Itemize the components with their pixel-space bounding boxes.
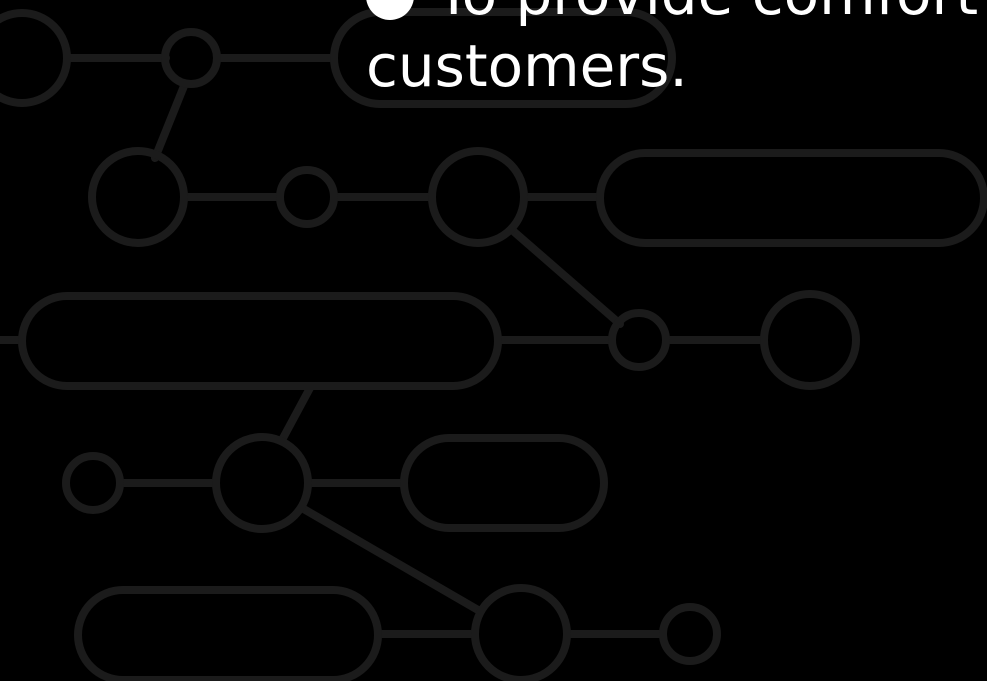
- pattern-nodes: [0, 8, 987, 681]
- node-circle: [428, 147, 528, 247]
- node-pill: [596, 149, 987, 247]
- node-pill: [74, 586, 382, 681]
- node-circle: [471, 584, 571, 681]
- node-circle: [608, 309, 670, 371]
- bullet-line-1: To provide comfort: [366, 0, 978, 30]
- bullet-dot-icon: [366, 0, 414, 20]
- connector: [508, 226, 624, 328]
- node-pill: [400, 434, 608, 532]
- node-circle: [62, 452, 124, 514]
- node-pill: [18, 292, 502, 390]
- connector: [298, 504, 482, 614]
- bullet-line-2: customers.: [366, 32, 688, 100]
- connector: [151, 82, 188, 162]
- bullet-text-line-1: To provide comfort: [436, 0, 978, 28]
- node-circle: [88, 147, 188, 247]
- bullet-point: To provide comfort customers.: [366, 0, 978, 102]
- node-circle: [161, 28, 221, 88]
- connector: [278, 384, 314, 444]
- decorative-network-pattern: [0, 8, 987, 681]
- node-circle: [659, 603, 721, 665]
- node-circle: [276, 166, 338, 228]
- node-circle: [212, 433, 312, 533]
- pattern-connectors: [0, 54, 766, 638]
- node-circle: [0, 9, 71, 107]
- node-circle: [760, 290, 860, 390]
